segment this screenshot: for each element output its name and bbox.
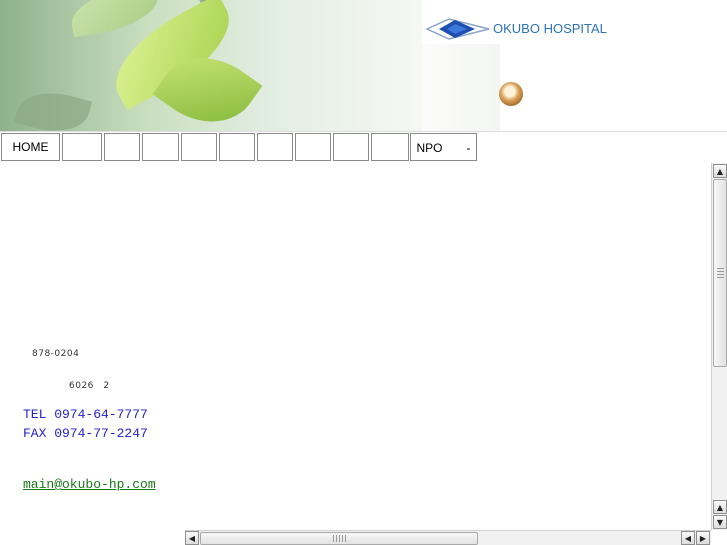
nav-label: HOME — [12, 140, 49, 154]
fax-number: FAX 0974-77-2247 — [23, 426, 148, 441]
address-line: 6026 2 — [69, 381, 110, 391]
main-content: 878-0204 6026 2 TEL 0974-64-7777 FAX 097… — [0, 163, 711, 530]
nav-home[interactable]: HOME — [1, 133, 60, 161]
telephone-number: TEL 0974-64-7777 — [23, 407, 148, 422]
nav-item-6[interactable] — [219, 133, 255, 161]
horizontal-scrollbar[interactable]: ◀ ◀ ▶ — [185, 530, 711, 545]
hospital-name[interactable]: OKUBO HOSPITAL — [493, 21, 607, 36]
nav-item-3[interactable] — [104, 133, 140, 161]
leaf-shape — [67, 0, 163, 38]
nav-item-4[interactable] — [142, 133, 179, 161]
arrow-right-icon[interactable]: ▶ — [696, 531, 710, 545]
nav-item-8[interactable] — [295, 133, 331, 161]
horizontal-scroll-thumb[interactable] — [200, 532, 478, 545]
arrow-up-icon[interactable]: ▲ — [713, 500, 727, 514]
diamond-logo-icon — [425, 18, 490, 40]
nav-label: NPO - — [416, 140, 471, 155]
nav-item-2[interactable] — [62, 133, 102, 161]
vertical-scroll-thumb[interactable] — [713, 179, 727, 367]
postal-code: 878-0204 — [32, 349, 80, 359]
nav-item-10[interactable] — [371, 133, 409, 161]
nav-item-9[interactable] — [333, 133, 369, 161]
grip-icon — [717, 266, 724, 278]
arrow-left-icon[interactable]: ◀ — [681, 531, 695, 545]
leaf-banner-image — [0, 0, 422, 131]
banner-fade — [370, 44, 500, 131]
vertical-scrollbar[interactable]: ▲ ▲ ▼ — [711, 163, 727, 530]
arrow-down-icon[interactable]: ▼ — [713, 515, 727, 529]
email-link[interactable]: main@okubo-hp.com — [23, 477, 156, 492]
nav-item-5[interactable] — [181, 133, 217, 161]
top-navigation: HOME NPO - — [0, 131, 727, 164]
nav-npo[interactable]: NPO - — [410, 133, 477, 161]
leaf-shape — [14, 83, 92, 131]
arrow-left-icon[interactable]: ◀ — [185, 531, 199, 545]
seal-badge-icon — [499, 82, 523, 106]
site-header: OKUBO HOSPITAL — [0, 0, 727, 131]
nav-item-7[interactable] — [257, 133, 293, 161]
arrow-up-icon[interactable]: ▲ — [713, 164, 727, 178]
grip-icon — [333, 535, 347, 542]
